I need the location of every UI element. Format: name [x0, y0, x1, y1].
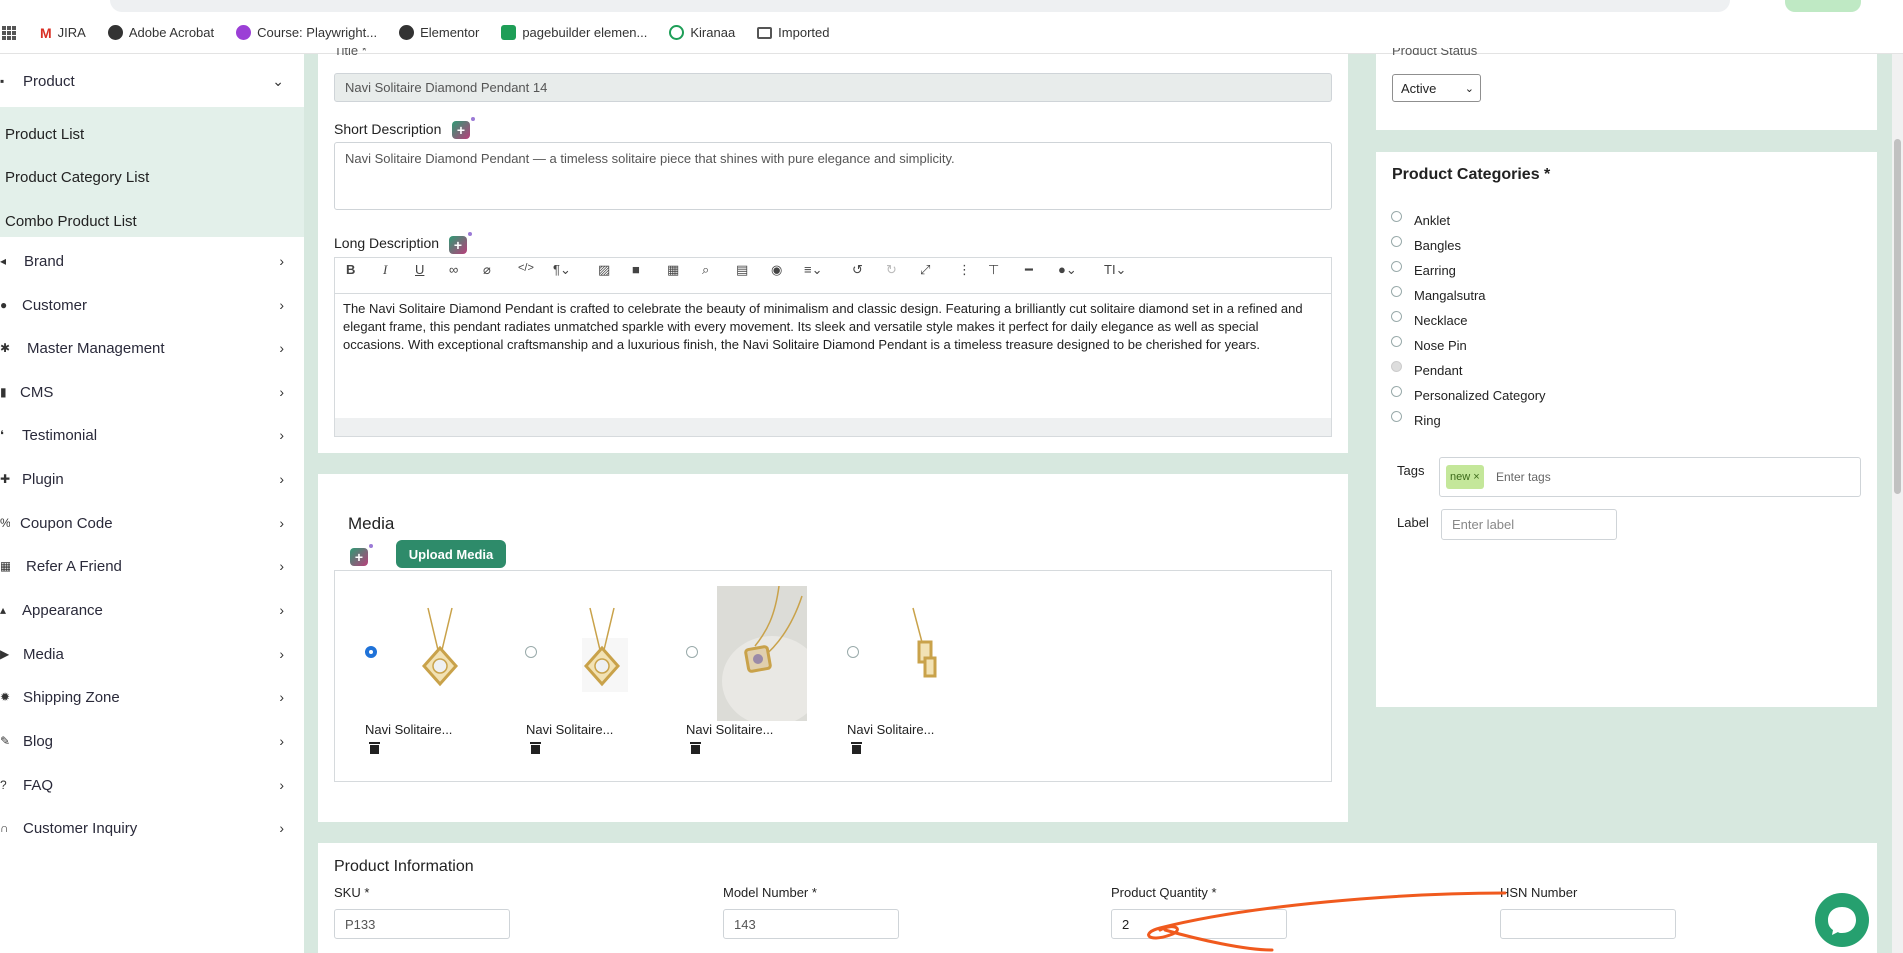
annotation-arrow	[1147, 891, 1507, 952]
scrollbar-thumb[interactable]	[1894, 139, 1901, 494]
chat-widget-button[interactable]	[1815, 893, 1869, 947]
page-scrollbar[interactable]	[1892, 54, 1903, 953]
chat-icon	[1828, 907, 1856, 935]
